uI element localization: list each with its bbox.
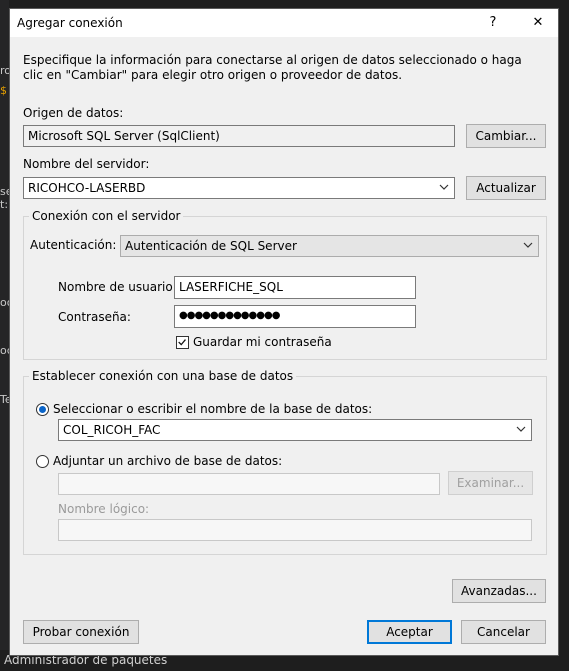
ide-side-strip (0, 0, 9, 671)
database-name-value: COL_RICOH_FAC (63, 423, 161, 437)
attach-file-input[interactable] (58, 473, 440, 495)
chevron-down-icon (516, 426, 526, 432)
server-name-value: RICOHCO-LASERBD (28, 181, 146, 195)
ide-fragment: se (0, 185, 9, 198)
username-value: LASERFICHE_SQL (179, 280, 283, 294)
authentication-value: Autenticación de SQL Server (125, 239, 297, 253)
logical-name-input[interactable] (58, 519, 532, 541)
password-input[interactable]: ●●●●●●●●●●●●● (174, 305, 416, 328)
dialog-title: Agregar conexión (17, 16, 123, 30)
data-source-label: Origen de datos: (23, 106, 124, 120)
checkmark-icon (178, 339, 186, 346)
test-connection-button[interactable]: Probar conexión (23, 620, 139, 644)
title-bar: Agregar conexión ? ✕ (10, 9, 558, 37)
save-password-label: Guardar mi contraseña (193, 335, 332, 349)
server-connection-group-title: Conexión con el servidor (29, 209, 184, 223)
ide-fragment: oc (0, 344, 9, 357)
refresh-button[interactable]: Actualizar (466, 176, 546, 200)
ide-fragment: oo (0, 296, 9, 309)
select-database-label: Seleccionar o escribir el nombre de la b… (53, 402, 373, 416)
username-label: Nombre de usuario: (58, 280, 177, 294)
ide-fragment: $ (0, 84, 7, 97)
save-password-checkbox[interactable] (176, 336, 189, 349)
ok-button[interactable]: Aceptar (367, 620, 452, 644)
authentication-label: Autenticación: (30, 238, 117, 252)
attach-database-label: Adjuntar un archivo de base de datos: (53, 454, 283, 468)
add-connection-dialog: Agregar conexión ? ✕ Especifique la info… (9, 8, 559, 656)
intro-text: Especifique la información para conectar… (23, 53, 522, 82)
cancel-button[interactable]: Cancelar (461, 620, 546, 644)
password-label: Contraseña: (58, 310, 131, 324)
help-button[interactable]: ? (485, 15, 501, 31)
chevron-down-icon (523, 242, 533, 248)
advanced-button[interactable]: Avanzadas... (452, 579, 546, 603)
database-name-combobox[interactable]: COL_RICOH_FAC (58, 419, 532, 441)
chevron-down-icon (439, 184, 449, 190)
select-database-radio[interactable] (36, 403, 49, 416)
close-button[interactable]: ✕ (530, 15, 546, 31)
browse-button[interactable]: Examinar... (448, 471, 533, 495)
server-name-combobox[interactable]: RICOHCO-LASERBD (23, 177, 455, 199)
server-name-label: Nombre del servidor: (23, 157, 150, 171)
authentication-select[interactable]: Autenticación de SQL Server (120, 235, 539, 257)
data-source-field: Microsoft SQL Server (SqlClient) (23, 125, 455, 147)
username-input[interactable]: LASERFICHE_SQL (174, 276, 416, 299)
change-button[interactable]: Cambiar... (466, 124, 546, 148)
data-source-value: Microsoft SQL Server (SqlClient) (28, 129, 220, 143)
database-group-title: Establecer conexión con una base de dato… (29, 369, 297, 383)
password-value: ●●●●●●●●●●●●● (179, 310, 280, 321)
logical-name-label: Nombre lógico: (58, 502, 150, 516)
ide-fragment: t: (0, 198, 9, 211)
ide-fragment: ro (0, 64, 9, 77)
ide-fragment: Te (0, 393, 9, 406)
attach-database-radio[interactable] (36, 455, 49, 468)
